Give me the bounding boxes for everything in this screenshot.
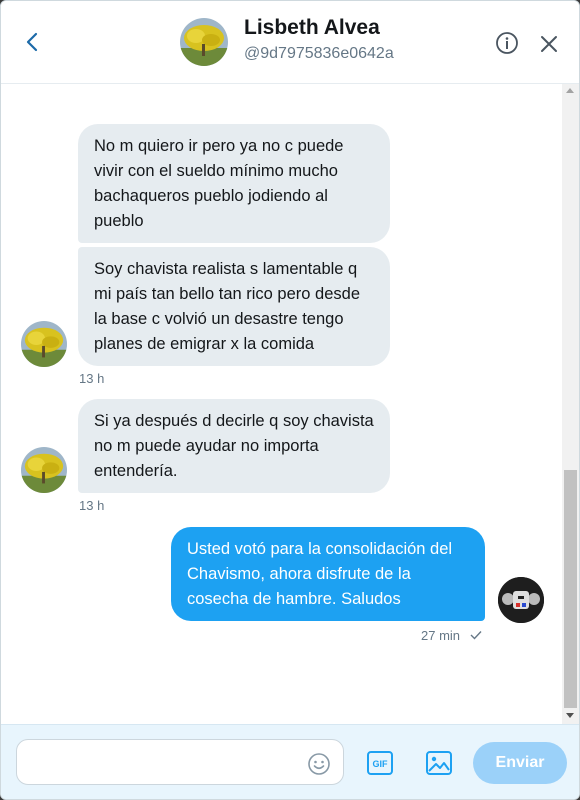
own-avatar[interactable]	[498, 577, 544, 623]
info-icon	[496, 32, 518, 54]
tree-avatar-image	[21, 447, 67, 493]
tree-avatar-image	[180, 18, 228, 66]
conversation-header: Lisbeth Alvea @9d7975836e0642a	[1, 1, 579, 84]
info-button[interactable]	[495, 31, 519, 55]
message-input[interactable]	[16, 739, 344, 785]
timestamp-text: 27 min	[421, 628, 461, 643]
scrollbar[interactable]	[562, 84, 579, 724]
scroll-up-arrow-icon[interactable]	[566, 88, 574, 93]
message-bubble-incoming[interactable]: No m quiero ir pero ya no c puede vivir …	[78, 124, 390, 243]
contact-handle: @9d7975836e0642a	[244, 45, 394, 62]
sender-avatar[interactable]	[21, 321, 67, 367]
back-button[interactable]	[19, 29, 45, 55]
scrollbar-thumb[interactable]	[564, 470, 577, 708]
image-icon	[426, 751, 452, 775]
sender-avatar[interactable]	[21, 447, 67, 493]
close-button[interactable]	[537, 32, 561, 56]
emoji-icon	[308, 753, 330, 775]
message-timestamp: 13 h	[79, 371, 105, 386]
gif-icon: GIF	[367, 751, 393, 775]
message-timestamp: 27 min	[421, 628, 482, 643]
chevron-left-icon	[26, 32, 38, 52]
checkmark-icon	[470, 631, 482, 640]
message-timestamp: 13 h	[79, 498, 105, 513]
contact-name[interactable]: Lisbeth Alvea	[244, 16, 380, 40]
robot-avatar-image	[498, 577, 544, 623]
emoji-button[interactable]	[307, 752, 331, 776]
message-bubble-outgoing[interactable]: Usted votó para la consolidación del Cha…	[171, 527, 485, 621]
message-bubble-incoming[interactable]: Soy chavista realista s lamentable q mi …	[78, 247, 390, 366]
send-button[interactable]: Enviar	[473, 742, 567, 784]
add-photo-button[interactable]	[426, 751, 452, 775]
dm-window: Lisbeth Alvea @9d7975836e0642a No m quie…	[0, 0, 580, 800]
tree-avatar-image	[21, 321, 67, 367]
message-bubble-incoming[interactable]: Si ya después d decirle q soy chavista n…	[78, 399, 390, 493]
message-composer: GIF Enviar	[1, 724, 579, 799]
gif-button[interactable]: GIF	[367, 751, 393, 775]
contact-avatar[interactable]	[180, 18, 228, 66]
close-icon	[541, 36, 557, 52]
message-list[interactable]: No m quiero ir pero ya no c puede vivir …	[1, 84, 579, 724]
gif-label: GIF	[373, 759, 389, 769]
scroll-down-arrow-icon[interactable]	[566, 713, 574, 718]
